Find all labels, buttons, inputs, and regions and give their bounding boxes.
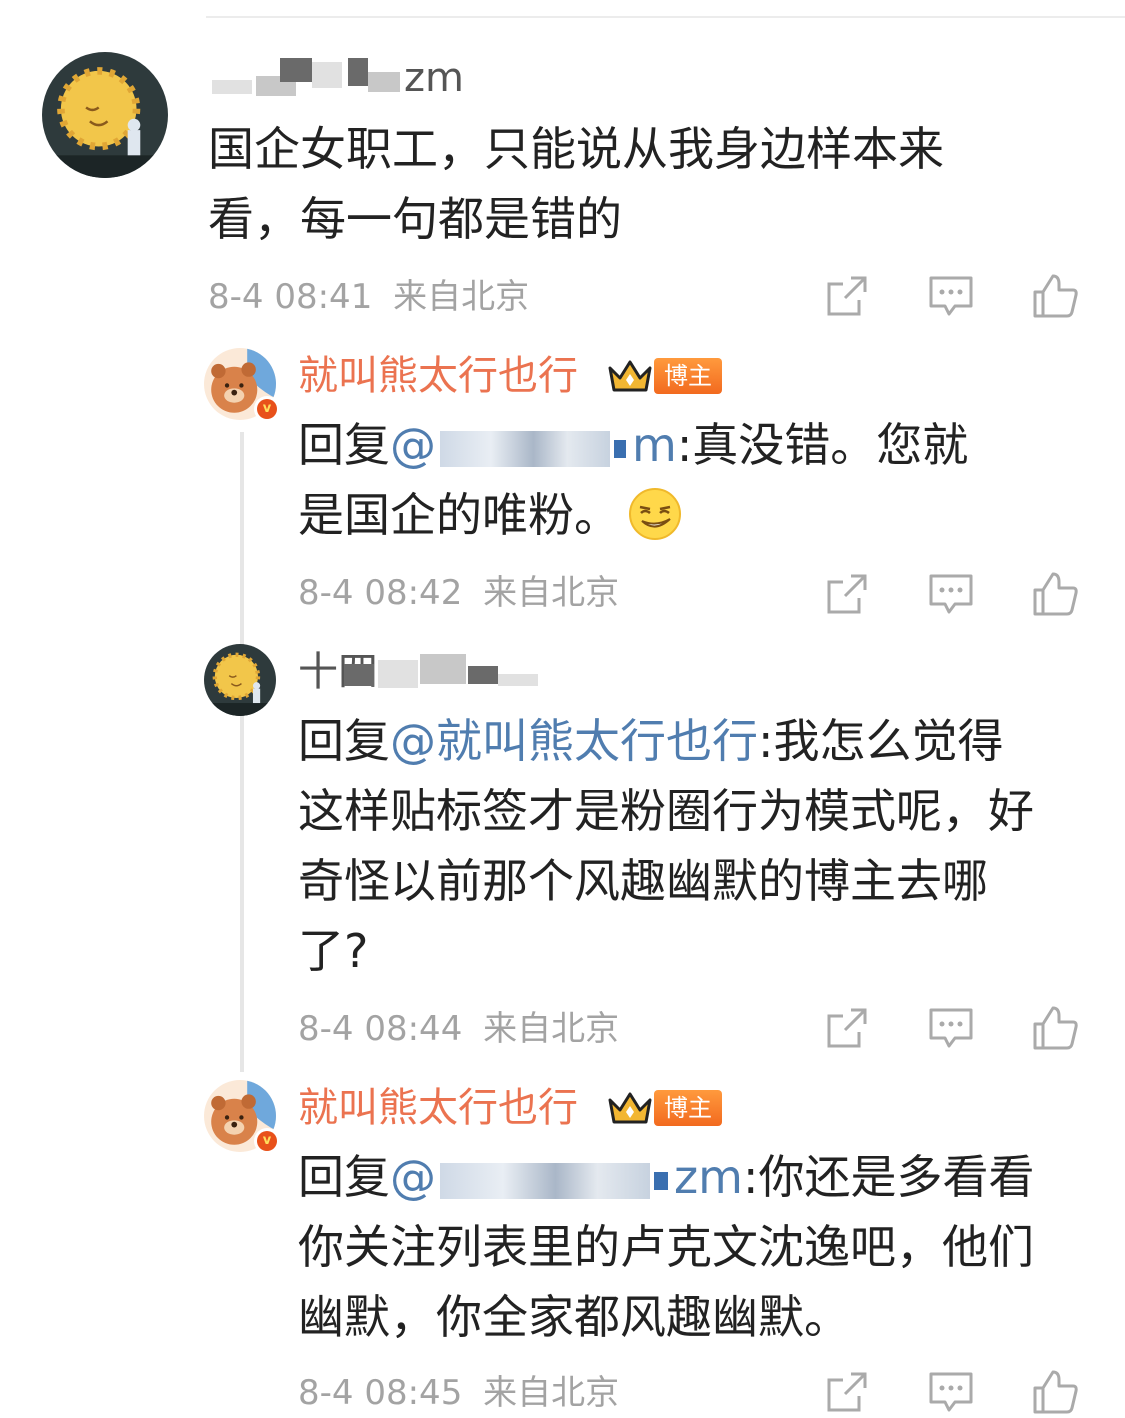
comment-text: 回复@就叫熊太行也行:我怎么觉得 这样贴标签才是粉圈行为模式呢，好 奇怪以前那个… — [298, 714, 1034, 978]
reply-prefix: 回复 — [298, 714, 390, 768]
avatar[interactable] — [42, 52, 168, 178]
like-icon[interactable] — [1031, 1368, 1079, 1416]
avatar[interactable] — [204, 644, 276, 716]
comment-icon[interactable] — [927, 570, 975, 618]
location: 来自北京 — [483, 1373, 620, 1413]
like-icon[interactable] — [1031, 272, 1079, 320]
username[interactable]: zm — [208, 50, 468, 106]
username[interactable]: 十四 — [298, 644, 558, 700]
timestamp: 8-4 08:45 — [298, 1373, 463, 1413]
comment-icon[interactable] — [927, 272, 975, 320]
blogger-badge: 博主 — [654, 358, 722, 394]
reply-prefix: 回复 — [298, 418, 390, 472]
comment-icon[interactable] — [927, 1368, 975, 1416]
timestamp: 8-4 08:44 — [298, 1009, 463, 1049]
like-icon[interactable] — [1031, 1004, 1079, 1052]
crown-icon — [606, 1088, 654, 1128]
comment-meta: 8-4 08:44 来自北京 — [298, 1004, 619, 1054]
comment-meta: 8-4 08:41 来自北京 — [208, 272, 529, 322]
username-text: zm — [404, 55, 464, 101]
location: 来自北京 — [483, 1009, 620, 1049]
username[interactable]: 就叫熊太行也行 — [298, 348, 578, 404]
crown-icon — [606, 356, 654, 396]
comment-text: 回复@ m:真没错。您就 是国企的唯粉。 — [298, 418, 969, 542]
blogger-badge: 博主 — [654, 1090, 722, 1126]
location: 来自北京 — [393, 277, 530, 317]
share-icon[interactable] — [823, 570, 871, 618]
share-icon[interactable] — [823, 272, 871, 320]
mention-link[interactable]: @ zm — [390, 1150, 743, 1204]
comment-text: 国企女职工，只能说从我身边样本来 看，每一句都是错的 — [208, 122, 944, 246]
thread-line — [240, 432, 244, 1072]
verified-v-icon: v — [254, 396, 280, 422]
timestamp: 8-4 08:42 — [298, 573, 463, 613]
smirk-emoji-icon — [628, 487, 682, 541]
share-icon[interactable] — [823, 1004, 871, 1052]
mention-link[interactable]: @就叫熊太行也行 — [390, 714, 758, 768]
location: 来自北京 — [483, 573, 620, 613]
comment-icon[interactable] — [927, 1004, 975, 1052]
like-icon[interactable] — [1031, 570, 1079, 618]
reply-prefix: 回复 — [298, 1150, 390, 1204]
verified-v-icon: v — [254, 1128, 280, 1154]
username[interactable]: 就叫熊太行也行 — [298, 1080, 578, 1136]
comment-text: 回复@ zm:你还是多看看 你关注列表里的卢克文沈逸吧，他们 幽默，你全家都风趣幽… — [298, 1150, 1035, 1344]
top-divider — [206, 16, 1125, 18]
comment-meta: 8-4 08:42 来自北京 — [298, 568, 619, 618]
mention-link[interactable]: @ m — [390, 418, 677, 472]
share-icon[interactable] — [823, 1368, 871, 1416]
timestamp: 8-4 08:41 — [208, 277, 373, 317]
comment-meta: 8-4 08:45 来自北京 — [298, 1368, 619, 1418]
